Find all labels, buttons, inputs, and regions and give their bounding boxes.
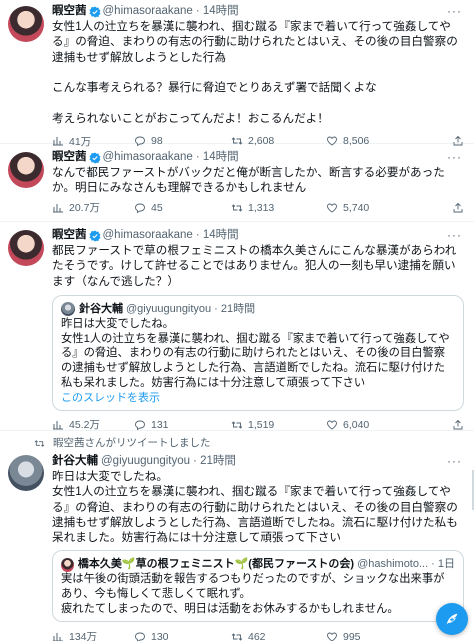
show-thread-link[interactable]: このスレッドを表示 [61, 391, 455, 406]
reply-button[interactable]: 131 [134, 419, 231, 431]
quoted-author-handle: @hashimoto... [357, 558, 429, 571]
tweet-text: 都民ファーストで草の根フェミニストの橋本久美さんにこんな暴漢があらわれたそうです… [52, 244, 457, 288]
tweet-text: 女性1人の辻立ちを暴漢に襲われ、掴む蹴る『家まで着いて行って強姦してやる』の脅迫… [52, 20, 458, 125]
author-handle[interactable]: @giyuugungityou [101, 454, 190, 469]
retweet-icon [231, 202, 243, 214]
bar-chart-icon [52, 631, 64, 641]
tweet-time[interactable]: · 21時間 [193, 454, 236, 469]
avatar[interactable] [8, 230, 44, 266]
quoted-tweet-header: 針谷大輔 @giyuugungityou · 21時間 [61, 302, 455, 317]
compose-feather-icon [446, 613, 458, 625]
share-button[interactable] [452, 419, 464, 431]
quoted-avatar [61, 557, 74, 572]
retweet-count: 1,519 [248, 418, 275, 431]
more-dots-icon[interactable]: ··· [447, 150, 462, 165]
quoted-tweet-time: · 21時間 [214, 302, 256, 315]
author-handle[interactable]: @himasoraakane [103, 228, 193, 243]
reply-count: 131 [151, 418, 169, 431]
tweet-header: 暇空茜 @himasoraakane · 14時間 ··· [52, 4, 464, 19]
share-button[interactable] [452, 202, 464, 214]
author-name[interactable]: 暇空茜 [52, 150, 87, 165]
speech-bubble-icon [134, 202, 146, 214]
author-name[interactable]: 針谷大輔 [52, 454, 98, 469]
tweet[interactable]: 暇空茜 @himasoraakane · 14時間 ··· 都民ファーストで草の… [0, 222, 474, 431]
quoted-author-name: 橋本久美🌱草の根フェミニスト🌱(都民ファーストの会) [77, 558, 355, 571]
reply-count: 45 [151, 201, 163, 214]
views-button[interactable]: 134万 [52, 629, 134, 641]
verified-badge-icon [89, 6, 101, 18]
quoted-tweet-time: · 1日 [431, 558, 455, 571]
tweet-header: 暇空茜 @himasoraakane · 14時間 ··· [52, 150, 464, 165]
quoted-tweet[interactable]: 針谷大輔 @giyuugungityou · 21時間 昨日は大変でしたね。 女… [52, 294, 464, 411]
share-icon [452, 419, 464, 431]
author-name[interactable]: 暇空茜 [52, 228, 87, 243]
reply-count: 130 [151, 630, 169, 641]
views-count: 134万 [69, 631, 98, 641]
quoted-tweet[interactable]: 橋本久美🌱草の根フェミニスト🌱(都民ファーストの会) @hashimoto...… [52, 550, 464, 622]
retweet-count: 462 [248, 630, 266, 641]
tweet-time[interactable]: · 14時間 [196, 4, 239, 19]
retweet-icon [231, 631, 243, 641]
like-button[interactable]: 6,040 [326, 419, 441, 431]
reply-button[interactable]: 45 [134, 202, 231, 214]
retweet-icon [231, 419, 243, 431]
verified-badge-icon [89, 152, 101, 164]
tweet-header: 暇空茜 @himasoraakane · 14時間 ··· [52, 228, 464, 243]
heart-icon [326, 631, 338, 641]
quoted-tweet-text: 昨日は大変でしたね。 女性1人の辻立ちを暴漢に襲われ、掴む蹴る『家まで着いて行っ… [61, 317, 450, 390]
like-count: 6,040 [343, 418, 370, 431]
retweet-count: 1,313 [248, 201, 275, 214]
reply-button[interactable]: 130 [134, 631, 231, 641]
avatar[interactable] [8, 152, 44, 188]
like-count: 5,740 [343, 201, 370, 214]
tweet[interactable]: 暇空茜 @himasoraakane · 14時間 ··· 女性1人の辻立ちを暴… [0, 0, 474, 148]
quoted-tweet-text: 実は午後の街頭活動を報告するつもりだったのですが、ショックな出来事があり、今も悔… [61, 573, 445, 616]
action-bar: 20.7万 45 1,313 5,740 [52, 199, 464, 217]
retweet-icon [34, 438, 45, 449]
bar-chart-icon [52, 419, 64, 431]
quoted-avatar [61, 302, 75, 317]
more-dots-icon[interactable]: ··· [447, 228, 462, 243]
more-dots-icon[interactable]: ··· [447, 454, 462, 469]
retweet-button[interactable]: 462 [231, 631, 326, 641]
author-handle[interactable]: @himasoraakane [103, 150, 193, 165]
tweet-text: なんで都民ファーストがバックだと俺が断言したか、断言する必要があったか。明日にみ… [52, 166, 445, 195]
tweet-time[interactable]: · 14時間 [196, 150, 239, 165]
quoted-tweet-header: 橋本久美🌱草の根フェミニスト🌱(都民ファーストの会) @hashimoto...… [61, 557, 455, 572]
views-count: 20.7万 [69, 202, 100, 215]
retweet-button[interactable]: 1,313 [231, 202, 326, 214]
tweet-time[interactable]: · 14時間 [196, 228, 239, 243]
action-bar: 134万 130 462 995 [52, 628, 464, 641]
speech-bubble-icon [134, 419, 146, 431]
bar-chart-icon [52, 202, 64, 214]
tweet[interactable]: 暇空茜さんがリツイートしました 針谷大輔 @giyuugungityou · 2… [0, 431, 474, 641]
avatar[interactable] [8, 455, 44, 491]
tweet-text: 昨日は大変でしたね。 女性1人の辻立ちを暴漢に襲われ、掴む蹴る『家まで着いて行っ… [52, 470, 458, 545]
timeline-feed: 暇空茜 @himasoraakane · 14時間 ··· 女性1人の辻立ちを暴… [0, 0, 474, 641]
tweet[interactable]: 暇空茜 @himasoraakane · 14時間 ··· なんで都民ファースト… [0, 144, 474, 222]
retweet-button[interactable]: 1,519 [231, 419, 326, 431]
heart-icon [326, 419, 338, 431]
author-handle[interactable]: @himasoraakane [103, 4, 193, 19]
like-count: 995 [343, 630, 361, 641]
retweet-banner[interactable]: 暇空茜さんがリツイートしました [0, 436, 464, 451]
speech-bubble-icon [134, 631, 146, 641]
like-button[interactable]: 5,740 [326, 202, 441, 214]
views-button[interactable]: 20.7万 [52, 200, 134, 215]
heart-icon [326, 202, 338, 214]
retweet-banner-text[interactable]: 暇空茜さんがリツイートしました [53, 436, 211, 451]
verified-badge-icon [89, 230, 101, 242]
avatar[interactable] [8, 6, 44, 42]
tweet-header: 針谷大輔 @giyuugungityou · 21時間 ··· [52, 454, 464, 469]
like-button[interactable]: 995 [326, 631, 441, 641]
compose-button[interactable] [436, 603, 468, 635]
share-icon [452, 202, 464, 214]
more-dots-icon[interactable]: ··· [447, 4, 462, 19]
quoted-author-handle: @giyuugungityou [126, 302, 212, 315]
quoted-author-name: 針谷大輔 [79, 302, 123, 315]
author-name[interactable]: 暇空茜 [52, 4, 87, 19]
